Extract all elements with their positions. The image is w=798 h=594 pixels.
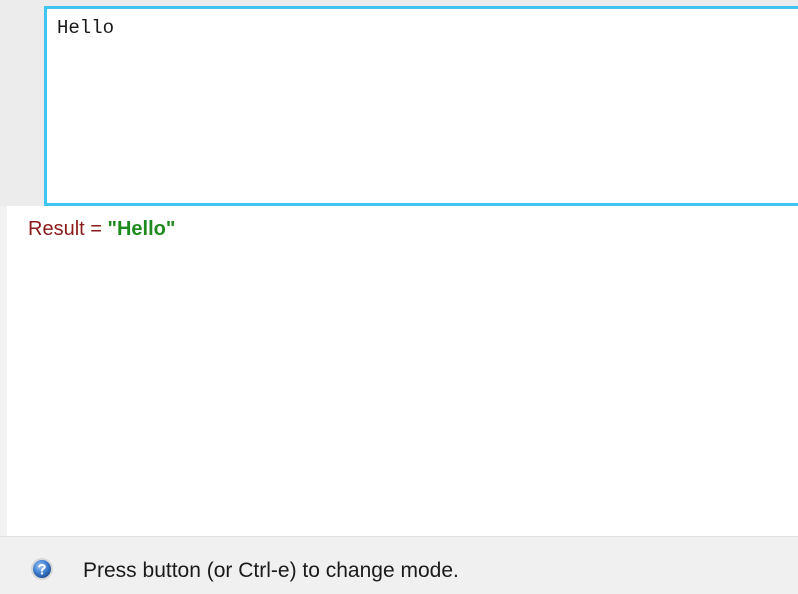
status-bar: Press button (or Ctrl-e) to change mode. xyxy=(0,536,798,594)
code-input[interactable]: Hello xyxy=(44,6,798,206)
status-message: Press button (or Ctrl-e) to change mode. xyxy=(83,559,459,582)
result-line: Result = "Hello" xyxy=(28,218,175,241)
app-window: Hello Result = "Hello" Press button (or … xyxy=(0,0,798,594)
result-value: "Hello" xyxy=(107,218,176,240)
help-icon[interactable] xyxy=(30,557,54,581)
editor-gutter xyxy=(0,0,44,206)
result-label: Result = xyxy=(28,218,108,240)
editor-region: Hello xyxy=(0,0,798,206)
result-panel: Result = "Hello" xyxy=(0,206,798,536)
help-icon-graphic xyxy=(31,558,53,580)
